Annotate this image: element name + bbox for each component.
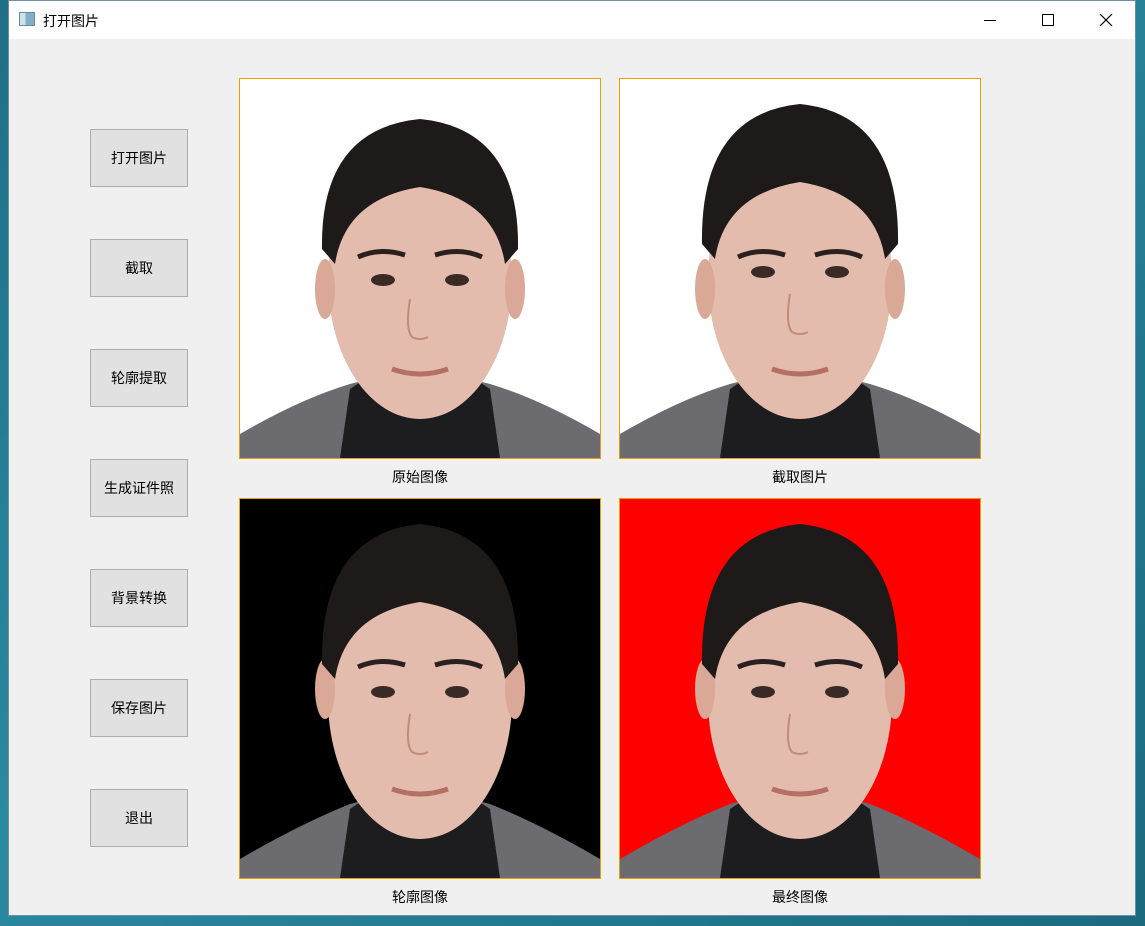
contour-image-caption: 轮廓图像	[392, 890, 448, 906]
maximize-button[interactable]	[1019, 1, 1077, 39]
original-image-caption: 原始图像	[392, 470, 448, 486]
open-image-button[interactable]: 打开图片	[90, 129, 188, 187]
close-button[interactable]	[1077, 1, 1135, 39]
crop-button[interactable]: 截取	[90, 239, 188, 297]
main-window: 打开图片 打开图片 截取 轮廓提取 生成证件照 背景转换 保存图片 退出 原始图…	[8, 0, 1136, 916]
extract-contour-button[interactable]: 轮廓提取	[90, 349, 188, 407]
contour-image-panel	[239, 498, 601, 879]
exit-button[interactable]: 退出	[90, 789, 188, 847]
portrait-image	[240, 119, 600, 458]
portrait-image	[620, 104, 980, 458]
window-title: 打开图片	[43, 14, 99, 30]
minimize-icon	[984, 19, 996, 21]
final-image-panel	[619, 498, 981, 879]
save-image-button[interactable]: 保存图片	[90, 679, 188, 737]
cropped-image-panel	[619, 78, 981, 459]
final-image-caption: 最终图像	[772, 890, 828, 906]
title-bar[interactable]: 打开图片	[9, 1, 1135, 39]
close-icon	[1099, 13, 1113, 27]
original-image-panel	[239, 78, 601, 459]
minimize-button[interactable]	[961, 1, 1019, 39]
maximize-icon	[1042, 14, 1054, 26]
generate-id-photo-button[interactable]: 生成证件照	[90, 459, 188, 517]
app-icon	[19, 12, 35, 26]
portrait-image	[240, 524, 600, 878]
cropped-image-caption: 截取图片	[772, 470, 828, 486]
change-background-button[interactable]: 背景转换	[90, 569, 188, 627]
portrait-image	[620, 524, 980, 878]
